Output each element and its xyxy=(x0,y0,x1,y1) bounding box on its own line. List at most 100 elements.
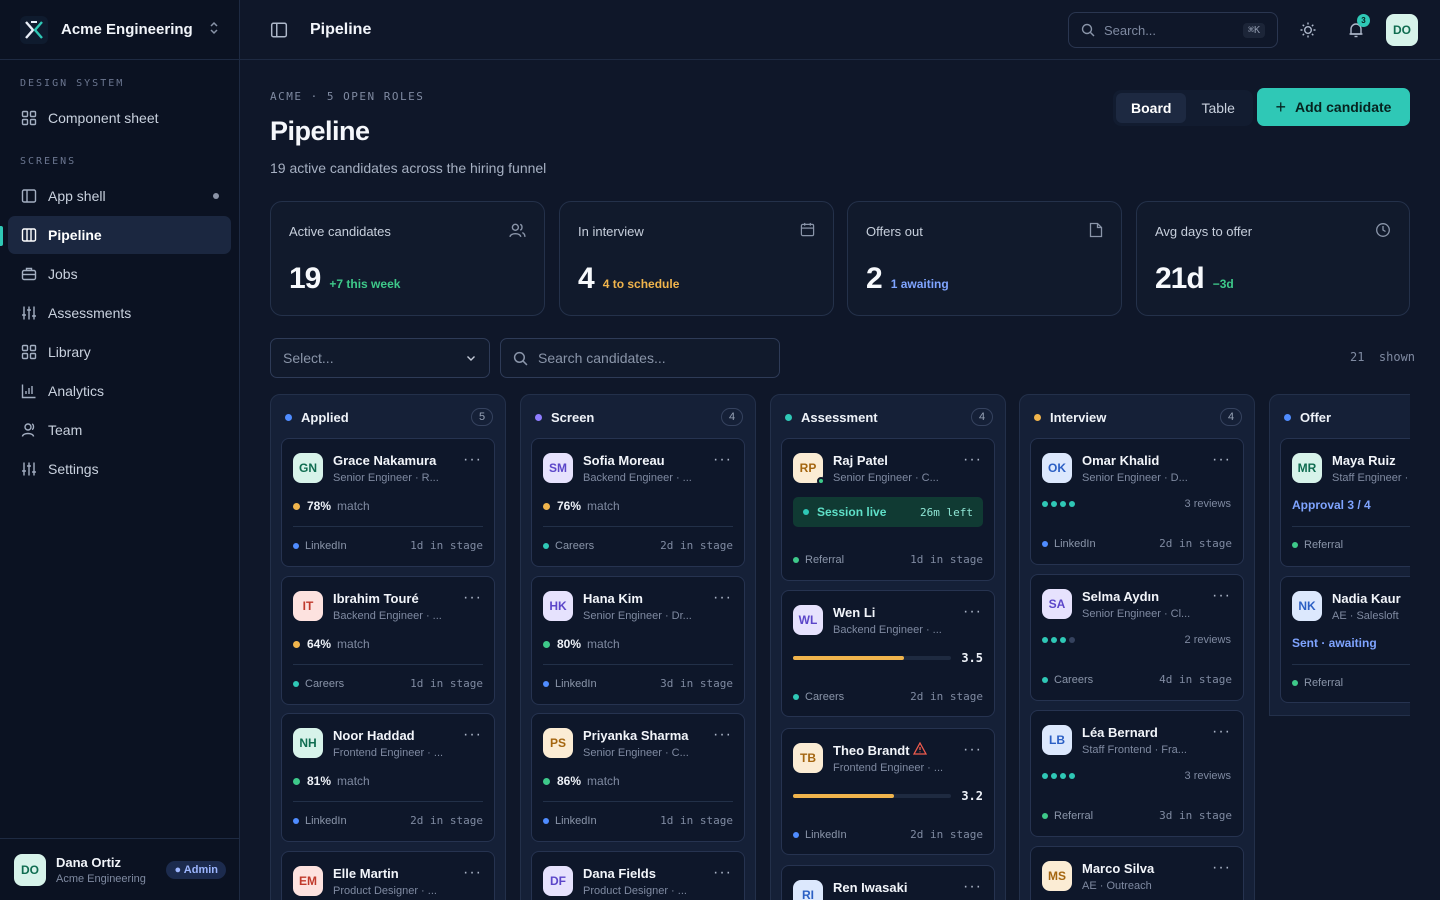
search-placeholder: Search... xyxy=(1104,22,1157,38)
more-icon[interactable]: ··· xyxy=(963,603,982,621)
candidate-card[interactable]: SM Sofia Moreau Backend Engineer · ... ·… xyxy=(531,438,745,567)
match-dot xyxy=(543,777,550,785)
more-icon[interactable]: ··· xyxy=(463,864,482,882)
stage-select[interactable]: Select... xyxy=(270,338,490,378)
add-candidate-button[interactable]: + Add candidate xyxy=(1257,88,1410,126)
candidate-card[interactable]: NK Nadia Kaur AE · Salesloft Sent · awai… xyxy=(1280,576,1410,703)
sidebar-item-app-shell[interactable]: App shell xyxy=(8,177,231,215)
avatar[interactable]: DO xyxy=(1386,14,1418,46)
avatar: RI xyxy=(793,880,823,900)
tab-board[interactable]: Board xyxy=(1116,93,1187,123)
candidate-card[interactable]: TB Theo Brandt Frontend Engineer · ... ·… xyxy=(781,728,995,855)
candidate-card[interactable]: RP Raj Patel Senior Engineer · C... ··· … xyxy=(781,438,995,581)
sidebar-toggle-icon[interactable] xyxy=(270,21,288,39)
score-track xyxy=(793,656,952,660)
more-icon[interactable]: ··· xyxy=(1212,587,1231,605)
sidebar-item-pipeline[interactable]: Pipeline xyxy=(8,216,231,254)
tab-table[interactable]: Table xyxy=(1186,93,1249,123)
more-icon[interactable]: ··· xyxy=(463,589,482,607)
candidate-card[interactable]: DF Dana Fields Product Designer · ... ··… xyxy=(531,851,745,900)
stat-card-offers: Offers out 2 1 awaiting xyxy=(847,201,1122,316)
more-icon[interactable]: ··· xyxy=(463,726,482,744)
candidate-name: Grace Nakamura xyxy=(333,453,437,468)
stat-card-avg-days: Avg days to offer 21d −3d xyxy=(1136,201,1410,316)
more-icon[interactable]: ··· xyxy=(1212,723,1231,741)
avatar: HK xyxy=(543,591,573,621)
panel-icon xyxy=(20,188,37,205)
candidate-card[interactable]: HK Hana Kim Senior Engineer · Dr... ··· … xyxy=(531,576,745,705)
user-name: Dana Ortiz xyxy=(56,854,122,870)
sidebar-item-component-sheet[interactable]: Component sheet xyxy=(8,99,231,137)
columns-icon xyxy=(20,227,37,244)
days-in-stage: 2d in stage xyxy=(910,828,983,841)
sidebar-item-team[interactable]: Team xyxy=(8,411,231,449)
more-icon[interactable]: ··· xyxy=(713,451,732,469)
live-dot xyxy=(803,509,809,515)
theme-toggle-icon[interactable] xyxy=(1296,18,1320,42)
candidate-card[interactable]: RI Ren Iwasaki ··· xyxy=(781,865,995,900)
candidate-name: Maya Ruiz xyxy=(1332,453,1396,468)
column-header: Assessment 4 xyxy=(781,395,995,439)
source: LinkedIn xyxy=(555,814,597,827)
sidebar-item-analytics[interactable]: Analytics xyxy=(8,372,231,410)
match-value: 80% xyxy=(557,637,582,651)
sidebar-item-assessments[interactable]: Assessments xyxy=(8,294,231,332)
source-dot xyxy=(543,817,549,824)
card-footer: Careers 2d in stage xyxy=(543,539,733,552)
stage-dot xyxy=(535,413,542,421)
candidate-card[interactable]: MS Marco Silva AE · Outreach ··· xyxy=(1030,846,1244,900)
active-indicator xyxy=(0,226,3,246)
more-icon[interactable]: ··· xyxy=(713,589,732,607)
divider xyxy=(293,664,483,665)
match-score: 86% match xyxy=(543,774,620,788)
sidebar-item-jobs[interactable]: Jobs xyxy=(8,255,231,293)
candidate-card[interactable]: OK Omar Khalid Senior Engineer · D... ··… xyxy=(1030,438,1244,565)
candidate-card[interactable]: EM Elle Martin Product Designer · ... ··… xyxy=(281,851,495,900)
divider xyxy=(293,526,483,527)
column-offer: Offer MR Maya Ruiz Staff Engineer · Appr… xyxy=(1269,394,1410,716)
user-menu[interactable]: DO Dana Ortiz Acme Engineering ● Admin xyxy=(0,838,240,900)
source-dot xyxy=(543,680,549,687)
candidate-card[interactable]: PS Priyanka Sharma Senior Engineer · C..… xyxy=(531,713,745,842)
card-footer: Careers 2d in stage xyxy=(793,690,983,703)
more-icon[interactable]: ··· xyxy=(713,726,732,744)
candidate-name: Hana Kim xyxy=(583,591,643,606)
plus-icon: + xyxy=(1275,96,1287,117)
notification-count: 3 xyxy=(1357,14,1370,27)
stage-dot xyxy=(285,413,292,421)
candidate-role: Senior Engineer · Dr... xyxy=(583,610,692,622)
more-icon[interactable]: ··· xyxy=(1212,451,1231,469)
more-icon[interactable]: ··· xyxy=(963,741,982,759)
stat-value-row: 4 4 to schedule xyxy=(578,262,679,296)
candidate-card[interactable]: NH Noor Haddad Frontend Engineer · ... ·… xyxy=(281,713,495,842)
candidate-name: Marco Silva xyxy=(1082,861,1155,876)
session-live-banner[interactable]: Session live 26m left xyxy=(793,497,983,527)
candidate-role: Product Designer · ... xyxy=(583,885,687,897)
candidate-card[interactable]: WL Wen Li Backend Engineer · ... ··· 3.5… xyxy=(781,590,995,717)
time-left: 26m left xyxy=(920,505,973,519)
more-icon[interactable]: ··· xyxy=(963,451,982,469)
source: Careers xyxy=(555,539,595,552)
more-icon[interactable]: ··· xyxy=(1212,859,1231,877)
avatar: NH xyxy=(293,728,323,758)
candidate-card[interactable]: GN Grace Nakamura Senior Engineer · R...… xyxy=(281,438,495,567)
candidate-search-input[interactable]: Search candidates... xyxy=(500,338,780,378)
more-icon[interactable]: ··· xyxy=(963,878,982,896)
workspace-switcher[interactable]: Acme Engineering xyxy=(0,0,239,60)
avatar: NK xyxy=(1292,591,1322,621)
candidate-card[interactable]: MR Maya Ruiz Staff Engineer · Approval 3… xyxy=(1280,438,1410,567)
candidate-name: Elle Martin xyxy=(333,866,399,881)
candidate-card[interactable]: LB Léa Bernard Staff Frontend · Fra... ·… xyxy=(1030,710,1244,837)
bell-icon[interactable]: 3 xyxy=(1344,14,1370,42)
sidebar-item-settings[interactable]: Settings xyxy=(8,450,231,488)
candidate-role: Backend Engineer · ... xyxy=(333,610,442,622)
candidate-card[interactable]: IT Ibrahim Touré Backend Engineer · ... … xyxy=(281,576,495,705)
more-icon[interactable]: ··· xyxy=(713,864,732,882)
card-footer: Referral 1d in stage xyxy=(793,553,983,566)
candidate-card[interactable]: SA Selma Aydın Senior Engineer · Cl... ·… xyxy=(1030,574,1244,701)
match-label: match xyxy=(587,499,620,513)
more-icon[interactable]: ··· xyxy=(463,451,482,469)
sidebar-item-library[interactable]: Library xyxy=(8,333,231,371)
column-count: 4 xyxy=(1220,408,1242,426)
search-input[interactable]: Search... ⌘K xyxy=(1068,12,1278,48)
